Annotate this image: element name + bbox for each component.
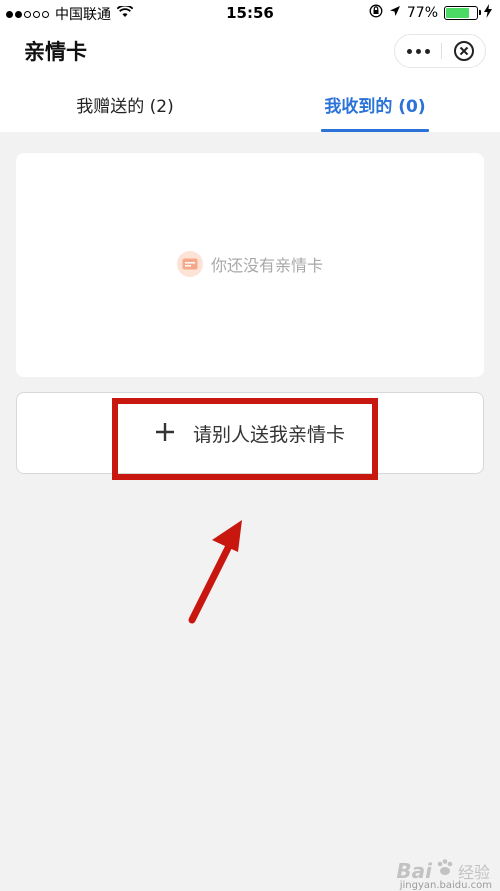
header: 亲情卡	[0, 26, 500, 80]
status-right: 77%	[369, 4, 492, 22]
active-tab-indicator	[321, 129, 429, 132]
mini-program-capsule	[394, 34, 486, 68]
tab-sent[interactable]: 我赠送的 (2)	[0, 92, 250, 117]
battery-icon	[444, 6, 481, 20]
page-title: 亲情卡	[24, 40, 87, 64]
empty-state-card: 你还没有亲情卡	[16, 153, 484, 377]
charging-bolt-icon	[484, 4, 492, 22]
annotation-highlight-box	[112, 398, 378, 480]
watermark-url: jingyan.baidu.com	[399, 880, 492, 891]
close-circle-icon[interactable]	[442, 35, 486, 67]
empty-state: 你还没有亲情卡	[16, 251, 484, 277]
more-dots-icon[interactable]	[395, 35, 441, 67]
battery-percent: 77%	[406, 5, 438, 21]
location-arrow-icon	[389, 5, 401, 21]
status-bar: 中国联通 15:56 77%	[0, 0, 500, 26]
tab-bar: 我赠送的 (2) 我收到的 (0)	[0, 80, 500, 132]
orientation-lock-icon	[369, 4, 383, 22]
tab-received[interactable]: 我收到的 (0)	[250, 92, 500, 117]
empty-state-text: 你还没有亲情卡	[210, 256, 323, 275]
card-icon	[176, 251, 203, 277]
